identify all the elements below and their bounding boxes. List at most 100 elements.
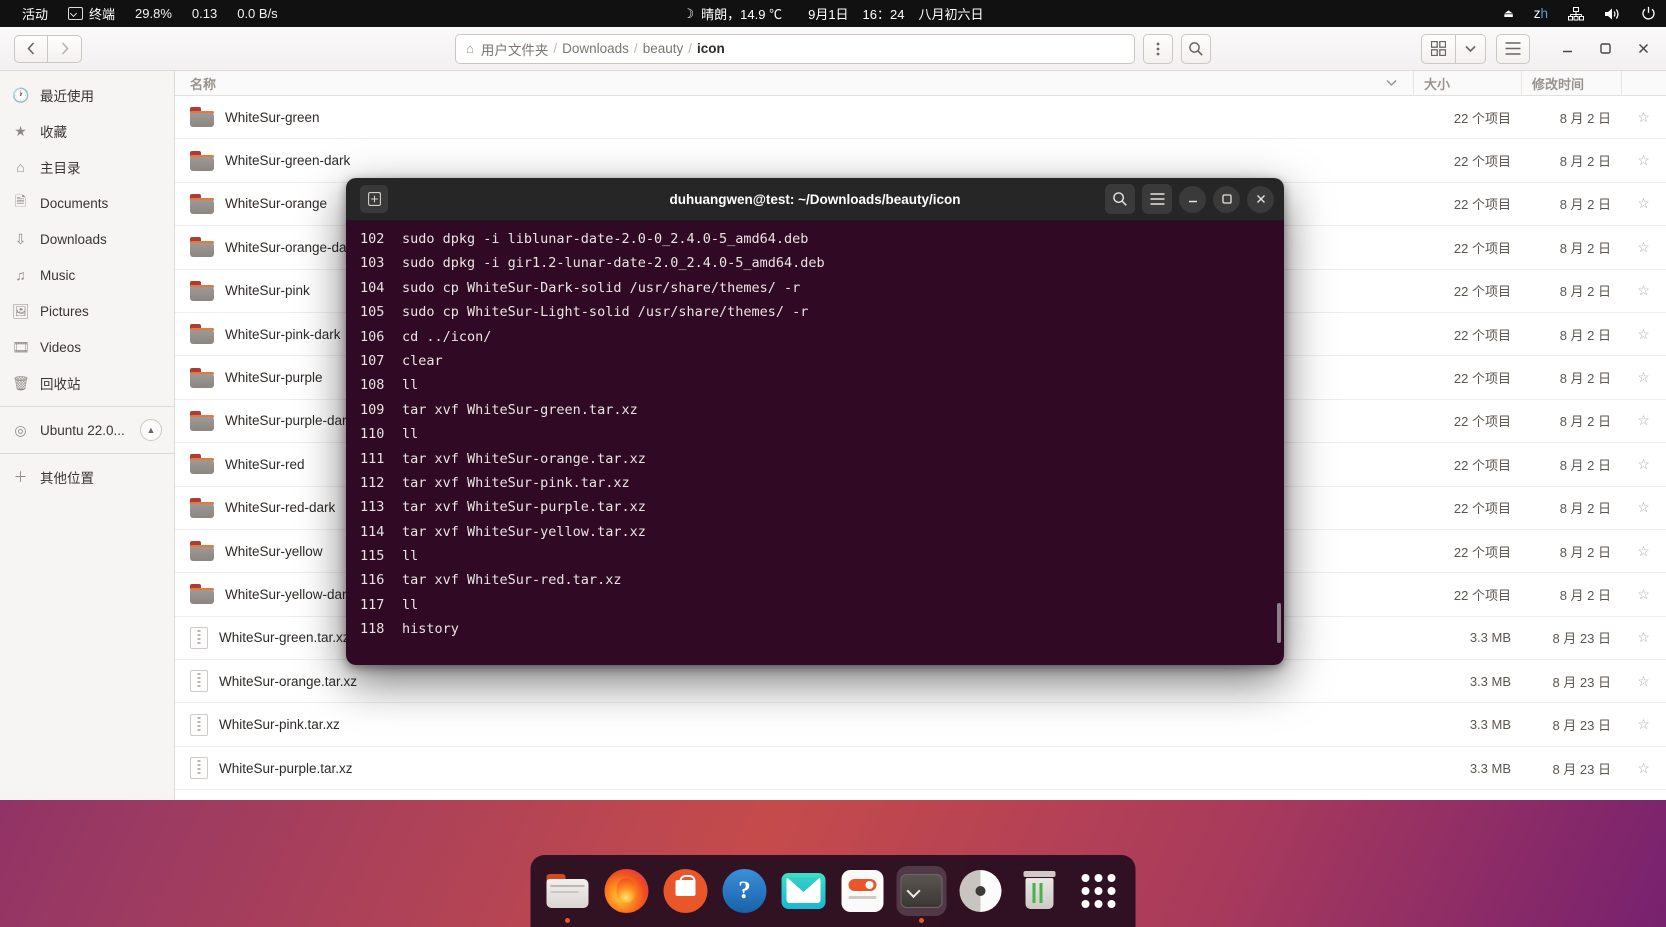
breadcrumb-0[interactable]: 用户文件夹	[481, 39, 549, 59]
file-name-cell[interactable]: WhiteSur-purple.tar.xz	[175, 757, 1413, 780]
file-name-cell[interactable]: WhiteSur-green-dark	[175, 150, 1413, 171]
star-icon[interactable]: ☆	[1621, 629, 1666, 646]
terminal-history-line: 115 ll	[346, 544, 1284, 568]
activities-button[interactable]: 活动	[12, 0, 58, 27]
file-name-cell[interactable]: WhiteSur-orange.tar.xz	[175, 670, 1413, 693]
star-icon[interactable]: ☆	[1621, 673, 1666, 690]
sidebar-item-other-locations[interactable]: ＋ 其他位置	[0, 459, 174, 495]
terminal-history-line: 109 tar xvf WhiteSur-green.tar.xz	[346, 398, 1284, 422]
terminal-search-button[interactable]	[1105, 184, 1135, 214]
terminal-close-button[interactable]	[1247, 185, 1274, 213]
app-menu-button[interactable]: 终端	[58, 0, 125, 27]
main-menu-button[interactable]	[1496, 33, 1530, 64]
search-button[interactable]	[1181, 33, 1211, 64]
dock-item-app-grid[interactable]	[1074, 866, 1124, 916]
maximize-icon	[1599, 43, 1611, 54]
terminal-minimize-button[interactable]	[1179, 185, 1206, 213]
breadcrumb-1[interactable]: Downloads	[562, 41, 629, 56]
sidebar-item-trash[interactable]: 🗑 回收站	[0, 365, 174, 401]
grid-view-button[interactable]	[1421, 33, 1456, 64]
network-icon[interactable]	[1568, 6, 1584, 21]
dock-item-help[interactable]: ?	[720, 866, 770, 916]
sidebar-item-home[interactable]: ⌂ 主目录	[0, 149, 174, 185]
sidebar-item-music[interactable]: ♫ Music	[0, 257, 174, 293]
sidebar-item-downloads[interactable]: ⇩ Downloads	[0, 221, 174, 257]
column-header-modified[interactable]: 修改时间	[1521, 70, 1621, 96]
history-command: tar xvf WhiteSur-red.tar.xz	[402, 572, 622, 589]
maximize-button[interactable]	[1590, 34, 1620, 64]
dock-item-firefox[interactable]	[602, 866, 652, 916]
dock-item-files[interactable]	[543, 866, 593, 923]
terminal-maximize-button[interactable]	[1213, 185, 1240, 213]
dock-item-todo[interactable]	[838, 866, 888, 916]
breadcrumb-pathbar[interactable]: ⌂ 用户文件夹 / Downloads / beauty / icon	[455, 33, 1135, 64]
star-icon[interactable]: ☆	[1621, 282, 1666, 299]
eject-icon[interactable]: ▲	[140, 419, 162, 441]
dock-item-trash[interactable]	[1015, 866, 1065, 916]
column-header-name[interactable]: 名称	[175, 74, 1413, 93]
sidebar-item-recent[interactable]: 🕐 最近使用	[0, 77, 174, 113]
file-modified-cell: 8 月 2 日	[1559, 154, 1611, 170]
sidebar-item-documents[interactable]: 🗎 Documents	[0, 185, 174, 221]
places-sidebar[interactable]: 🕐 最近使用 ★ 收藏 ⌂ 主目录 🗎 Documents ⇩ Download…	[0, 71, 175, 800]
new-tab-icon[interactable]	[360, 185, 388, 213]
terminal-scrollbar[interactable]	[1277, 603, 1281, 643]
search-icon	[1189, 41, 1203, 56]
breadcrumb-2[interactable]: beauty	[643, 41, 684, 56]
star-icon[interactable]: ☆	[1621, 716, 1666, 733]
table-row[interactable]: WhiteSur-green 22 个项目 8 月 2 日 ☆	[175, 96, 1666, 140]
sidebar-item-starred[interactable]: ★ 收藏	[0, 113, 174, 149]
star-icon[interactable]: ☆	[1621, 239, 1666, 256]
star-icon[interactable]: ☆	[1621, 326, 1666, 343]
system-monitor-indicator[interactable]: 29.8% 0.13 0.0 B/s	[125, 0, 288, 27]
volume-icon[interactable]	[1604, 7, 1621, 21]
keyboard-layout-indicator[interactable]: zh	[1534, 6, 1548, 21]
clock-button[interactable]: 9月1日 16：24 八月初六日	[808, 4, 983, 23]
dock-item-disk[interactable]	[956, 866, 1006, 916]
table-row[interactable]: WhiteSur-orange.tar.xz 3.3 MB 8 月 23 日 ☆	[175, 660, 1666, 704]
table-row[interactable]: WhiteSur-green-dark 22 个项目 8 月 2 日 ☆	[175, 139, 1666, 183]
star-icon[interactable]: ☆	[1621, 109, 1666, 126]
table-row[interactable]: WhiteSur-pink.tar.xz 3.3 MB 8 月 23 日 ☆	[175, 703, 1666, 747]
breadcrumb-3[interactable]: icon	[697, 41, 725, 56]
file-name-cell[interactable]: WhiteSur-green	[175, 107, 1413, 128]
grid-view-icon	[1431, 41, 1446, 56]
star-icon[interactable]: ☆	[1621, 152, 1666, 169]
table-row[interactable]: WhiteSur-purple.tar.xz 3.3 MB 8 月 23 日 ☆	[175, 747, 1666, 791]
minimize-button[interactable]	[1552, 34, 1582, 64]
dock-item-software[interactable]	[661, 866, 711, 916]
disk-icon	[959, 870, 1002, 912]
sidebar-item-ubuntu-disc[interactable]: ◎ Ubuntu 22.0... ▲	[0, 412, 174, 448]
history-number: 117	[360, 596, 385, 613]
star-icon[interactable]: ☆	[1621, 586, 1666, 603]
folder-icon	[190, 454, 214, 475]
dock-item-mail[interactable]	[779, 866, 829, 916]
eject-icon[interactable]: ⏏	[1503, 7, 1513, 20]
weather-indicator[interactable]: ☽ 晴朗，14.9 ℃	[683, 4, 783, 23]
terminal-output-area[interactable]: 102 sudo dpkg -i liblunar-date-2.0-0_2.4.…	[346, 221, 1284, 665]
file-name-label: WhiteSur-yellow-dark	[225, 586, 354, 602]
file-size-cell: 3.3 MB	[1469, 673, 1511, 689]
terminal-menu-button[interactable]	[1142, 184, 1172, 214]
history-command: clear	[402, 352, 443, 369]
file-name-cell[interactable]: WhiteSur-pink.tar.xz	[175, 713, 1413, 736]
file-modified-cell: 8 月 2 日	[1559, 284, 1611, 300]
star-icon[interactable]: ☆	[1621, 456, 1666, 473]
view-options-button[interactable]	[1456, 33, 1486, 64]
star-icon[interactable]: ☆	[1621, 760, 1666, 777]
history-number: 108	[360, 377, 385, 394]
star-icon[interactable]: ☆	[1621, 499, 1666, 516]
sidebar-item-pictures[interactable]: 🖼 Pictures	[0, 293, 174, 329]
path-options-button[interactable]	[1143, 33, 1173, 64]
column-header-size[interactable]: 大小	[1413, 70, 1521, 96]
power-icon[interactable]	[1641, 6, 1656, 21]
back-button[interactable]	[14, 34, 48, 63]
star-icon[interactable]: ☆	[1621, 369, 1666, 386]
sidebar-item-videos[interactable]: 🎞 Videos	[0, 329, 174, 365]
forward-button[interactable]	[48, 34, 82, 63]
star-icon[interactable]: ☆	[1621, 195, 1666, 212]
star-icon[interactable]: ☆	[1621, 543, 1666, 560]
dock-item-terminal[interactable]	[896, 866, 947, 923]
star-icon[interactable]: ☆	[1621, 412, 1666, 429]
close-button[interactable]	[1628, 34, 1658, 64]
